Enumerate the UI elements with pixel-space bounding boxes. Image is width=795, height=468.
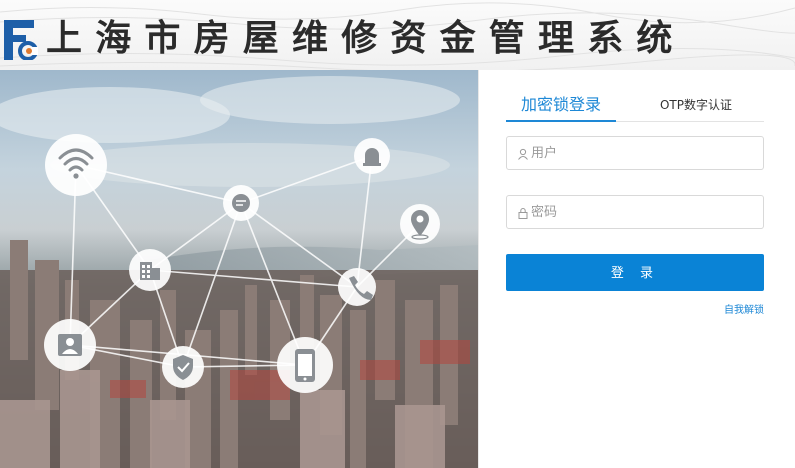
tab-usb-key-login[interactable]: 加密锁登录 — [506, 90, 616, 120]
tab-active-indicator — [506, 120, 616, 122]
username-field[interactable] — [506, 136, 764, 170]
login-panel: 加密锁登录 OTP数字认证 登 录 自我解锁 — [478, 70, 795, 468]
login-button[interactable]: 登 录 — [506, 254, 764, 291]
phone-icon — [338, 268, 376, 306]
password-input[interactable] — [531, 196, 757, 228]
password-field[interactable] — [506, 195, 764, 229]
hero-city-network-image — [0, 70, 478, 468]
alarm-light-icon — [354, 138, 390, 174]
smartphone-icon — [277, 337, 333, 393]
app-title: 上海市房屋维修资金管理系统 — [46, 18, 686, 59]
header-bar: 上海市房屋维修资金管理系统 — [0, 0, 795, 70]
tab-otp-login[interactable]: OTP数字认证 — [641, 90, 751, 120]
fc-logo-icon — [4, 20, 38, 60]
building-icon — [129, 249, 171, 291]
chat-icon — [223, 185, 259, 221]
shield-icon — [162, 346, 204, 388]
lock-icon — [518, 208, 528, 219]
wifi-icon — [45, 134, 107, 196]
username-input[interactable] — [531, 137, 757, 169]
user-icon — [518, 148, 528, 160]
id-card-icon — [44, 319, 96, 371]
hero-illustration — [0, 70, 478, 468]
self-unlock-link[interactable]: 自我解锁 — [679, 301, 764, 316]
location-pin-icon — [400, 204, 440, 244]
